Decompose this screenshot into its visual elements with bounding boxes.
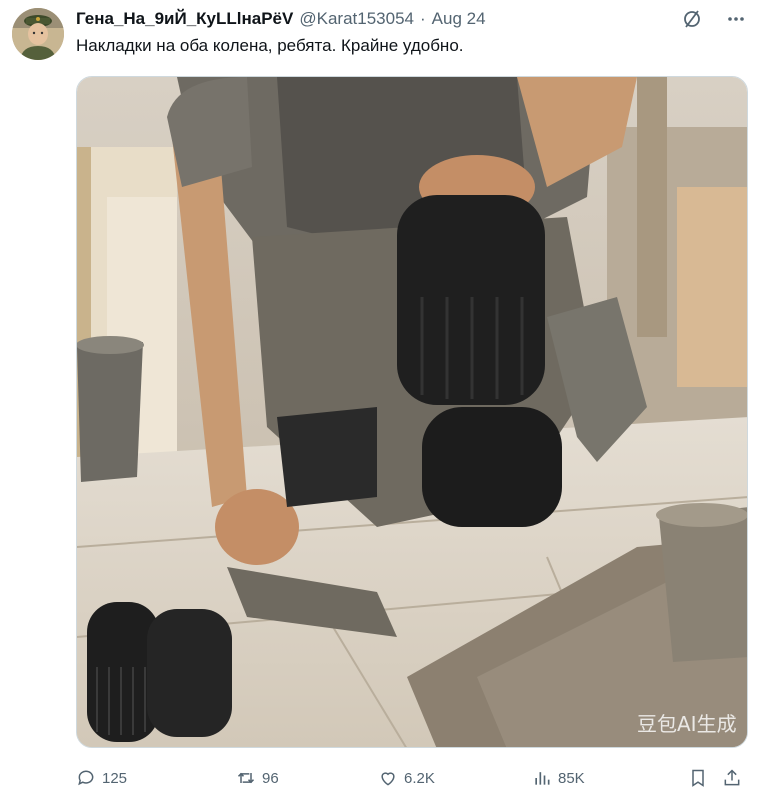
share-button[interactable] [722,764,742,792]
reply-icon [78,770,94,786]
like-button[interactable]: 6.2K [378,764,435,792]
views-icon [535,772,550,785]
heart-icon [381,772,395,786]
reply-button[interactable]: 125 [76,764,127,792]
svg-text:豆包AI生成: 豆包AI生成 [637,712,737,736]
more-icon[interactable] [725,8,747,30]
views-button[interactable]: 85K [532,764,585,792]
retweet-icon [237,772,255,784]
separator-dot: · [419,9,426,28]
display-name[interactable]: Гена_На_9иЙ_КуLLlнаРёV [76,9,293,29]
retweet-button[interactable]: 96 [236,764,279,792]
like-count: 6.2K [404,769,435,787]
share-icon [724,769,740,786]
timestamp[interactable]: Aug 24 [432,9,486,29]
user-handle[interactable]: @Karat153054 [299,9,414,29]
bookmark-button[interactable] [688,764,708,792]
tweet-text: Накладки на оба колена, ребята. Крайне у… [76,36,464,55]
grok-icon[interactable] [681,8,703,30]
tweet-header: Гена_На_9иЙ_КуLLlнаРёV @Karat153054 · Au… [76,8,486,30]
tweet-image[interactable]: 豆包AI生成 [76,76,748,748]
action-bar: 125 96 6.2K 85K [76,764,748,792]
retweet-count: 96 [262,769,279,787]
header-icons [681,8,747,30]
views-count: 85K [558,769,585,787]
reply-count: 125 [102,769,128,787]
bookmark-icon [692,769,704,787]
tweet: Гена_На_9иЙ_КуLLlнаРёV @Karat153054 · Au… [0,0,767,800]
avatar[interactable] [12,8,64,60]
